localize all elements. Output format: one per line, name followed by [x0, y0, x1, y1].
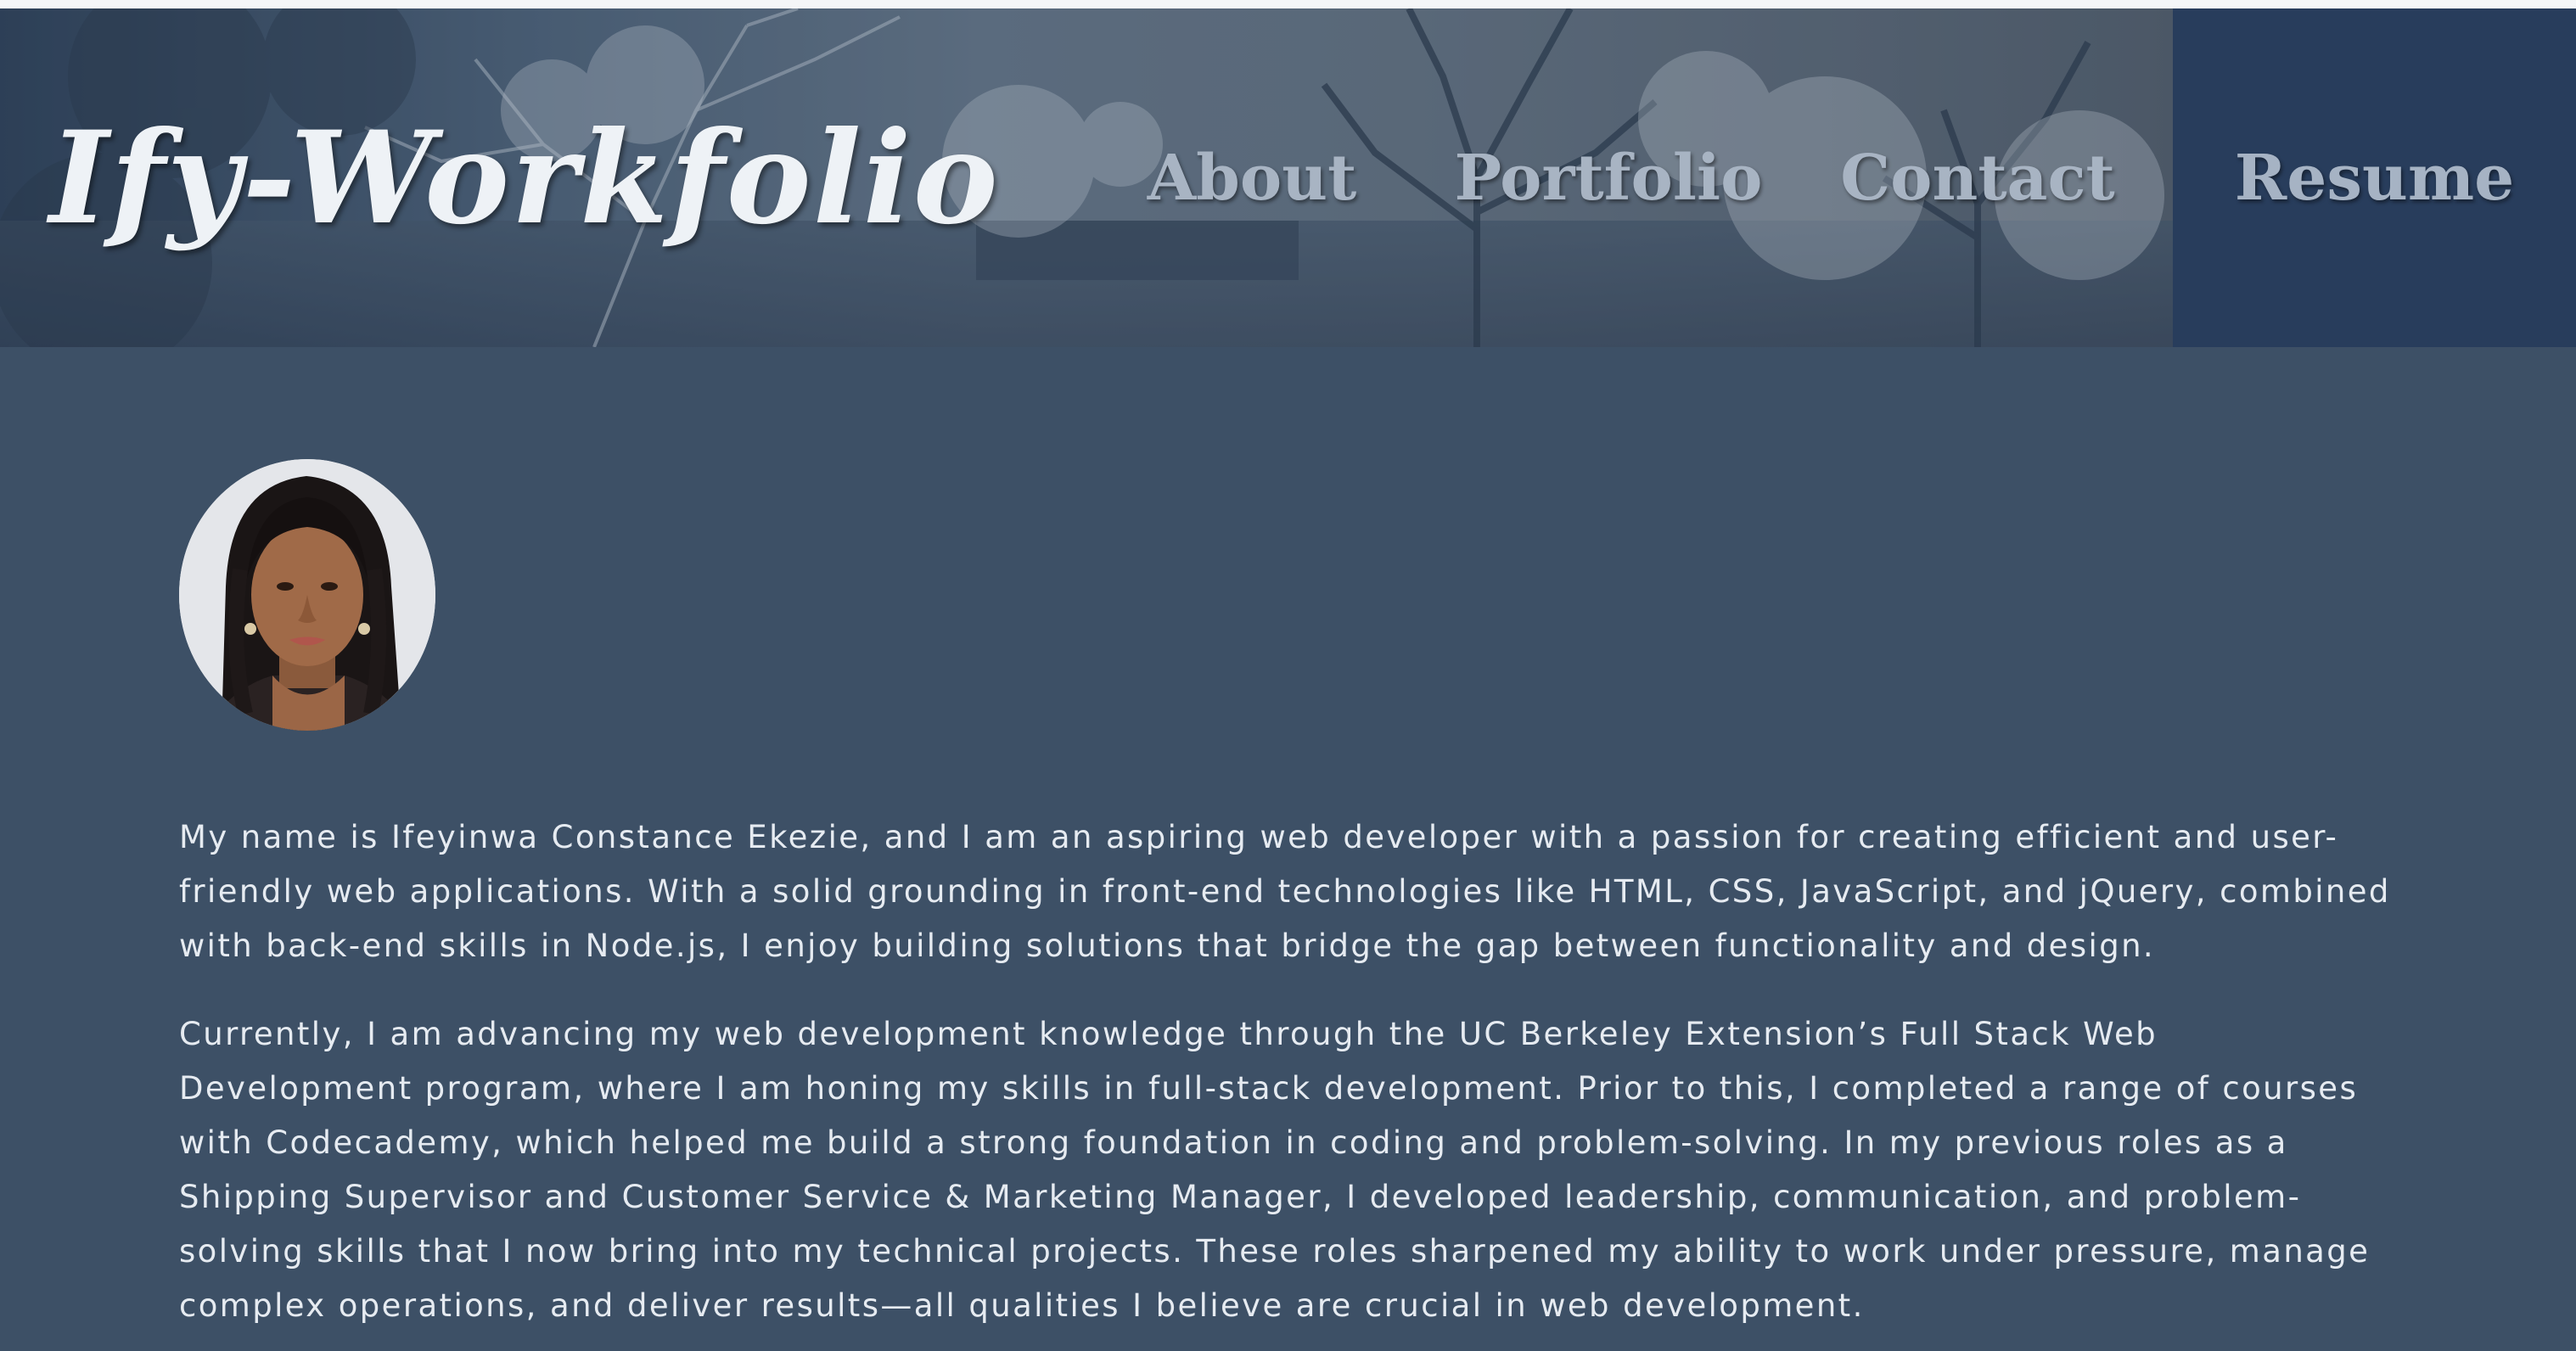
about-paragraph-1: My name is Ifeyinwa Constance Ekezie, an…	[179, 819, 2391, 964]
nav-resume[interactable]: Resume	[2173, 8, 2576, 347]
profile-photo	[179, 459, 435, 731]
page: Ify-Workfolio About Portfolio Contact Re…	[0, 0, 2576, 1351]
top-strip	[0, 0, 2576, 8]
profile-portrait-image	[179, 459, 435, 731]
site-logo-title[interactable]: Ify-Workfolio	[49, 102, 1000, 255]
about-content: My name is Ifeyinwa Constance Ekezie, an…	[179, 810, 2403, 1351]
about-paragraph-2: Currently, I am advancing my web develop…	[179, 1016, 2371, 1324]
nav-about[interactable]: About	[1069, 8, 1434, 347]
main-nav: About Portfolio Contact Resume	[1069, 8, 2576, 347]
nav-contact[interactable]: Contact	[1782, 8, 2173, 347]
nav-portfolio[interactable]: Portfolio	[1434, 8, 1782, 347]
